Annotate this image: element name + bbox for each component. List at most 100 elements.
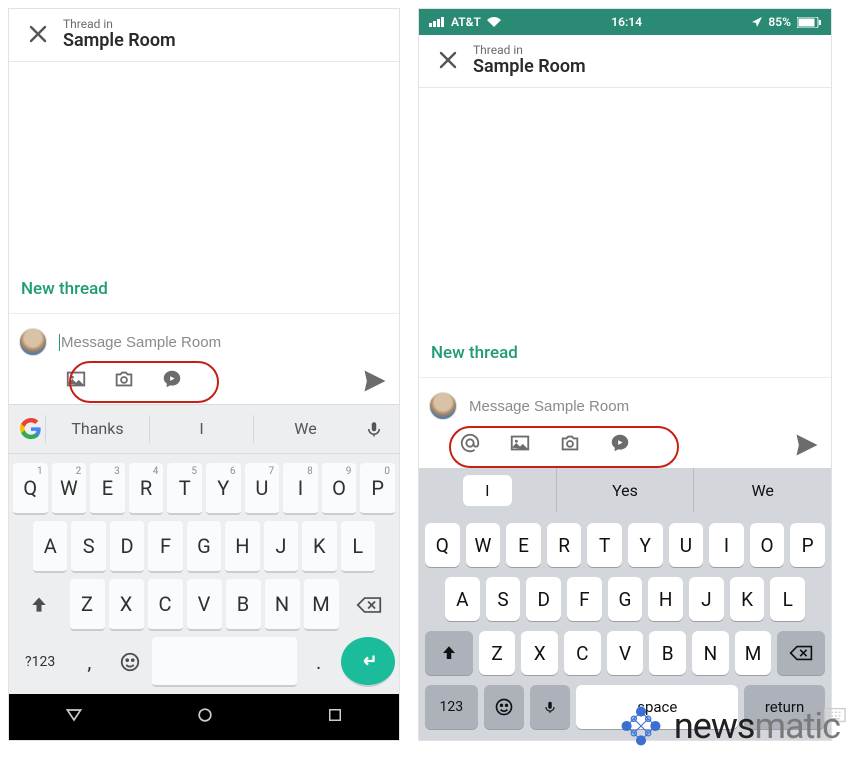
keyboard-key[interactable]: N (265, 579, 300, 631)
keyboard-row: ASDFGHJKL (423, 572, 827, 626)
keyboard-key[interactable]: M (304, 579, 339, 631)
mention-icon[interactable] (459, 432, 481, 458)
keyboard-key[interactable]: P0 (360, 463, 395, 515)
keyboard-key[interactable]: G (608, 577, 643, 621)
keyboard-key[interactable]: W (466, 523, 501, 567)
keyboard-key[interactable]: T5 (167, 463, 202, 515)
message-input[interactable] (469, 398, 821, 415)
keyboard-key[interactable]: Z (70, 579, 105, 631)
close-icon[interactable] (429, 50, 467, 70)
image-icon[interactable] (65, 368, 87, 394)
suggestion[interactable]: Thanks (45, 415, 149, 443)
keyboard-key[interactable]: O (750, 523, 785, 567)
emoji-key[interactable] (112, 637, 148, 687)
keyboard-row: ?123 , . (11, 634, 397, 690)
enter-key[interactable] (341, 637, 395, 687)
watermark-text: newsmatic (674, 705, 840, 747)
compose-row (9, 320, 399, 364)
keyboard-key[interactable]: S (486, 577, 521, 621)
keyboard-key[interactable]: S (71, 521, 105, 573)
video-chat-icon[interactable] (609, 432, 631, 458)
keyboard-key[interactable]: A (445, 577, 480, 621)
microphone-key[interactable] (530, 685, 570, 729)
keyboard-key[interactable]: D (110, 521, 144, 573)
keyboard-key[interactable]: M (735, 631, 772, 675)
suggestion[interactable]: I (419, 468, 557, 512)
google-logo-icon[interactable] (17, 415, 45, 443)
keyboard-key[interactable]: Q1 (13, 463, 48, 515)
thread-header: Thread in Sample Room (419, 35, 831, 88)
new-thread-label: New thread (419, 343, 831, 377)
send-button[interactable] (793, 431, 821, 459)
shift-key[interactable] (425, 631, 473, 675)
camera-icon[interactable] (113, 368, 135, 394)
keyboard-key[interactable]: Y (628, 523, 663, 567)
space-key[interactable] (152, 637, 297, 687)
keyboard-key[interactable]: B (226, 579, 261, 631)
android-keyboard: Q1W2E3R4T5Y6U7I8O9P0 ASDFGHJKL Z X C V B… (9, 454, 399, 694)
suggestion[interactable]: We (694, 468, 831, 512)
close-icon[interactable] (19, 24, 57, 44)
keyboard-key[interactable]: W2 (52, 463, 87, 515)
keyboard-key[interactable]: N (692, 631, 729, 675)
keyboard-key[interactable]: R (547, 523, 582, 567)
period-key[interactable]: . (301, 637, 337, 687)
keyboard-key[interactable]: F (148, 521, 182, 573)
image-icon[interactable] (509, 432, 531, 458)
keyboard-key[interactable]: H (648, 577, 683, 621)
keyboard-key[interactable]: P (790, 523, 825, 567)
microphone-icon[interactable] (357, 418, 391, 440)
location-icon (752, 17, 762, 27)
keyboard-key[interactable]: Y6 (206, 463, 241, 515)
keyboard-key[interactable]: J (689, 577, 724, 621)
keyboard-key[interactable]: I (709, 523, 744, 567)
keyboard-key[interactable]: G (187, 521, 221, 573)
keyboard-key[interactable]: E3 (90, 463, 125, 515)
suggestion[interactable]: I (149, 415, 253, 443)
backspace-key[interactable] (343, 579, 396, 631)
emoji-key[interactable] (484, 685, 524, 729)
backspace-key[interactable] (777, 631, 825, 675)
shift-key[interactable] (13, 579, 66, 631)
keyboard-key[interactable]: F (567, 577, 602, 621)
numbers-key[interactable]: 123 (425, 685, 478, 729)
keyboard-key[interactable]: H (225, 521, 259, 573)
send-button[interactable] (361, 367, 389, 395)
keyboard-key[interactable]: C (564, 631, 601, 675)
home-nav-icon[interactable] (195, 705, 215, 729)
keyboard-key[interactable]: X (521, 631, 558, 675)
keyboard-key[interactable]: O9 (322, 463, 357, 515)
keyboard-key[interactable]: K (302, 521, 336, 573)
keyboard-key[interactable]: R4 (129, 463, 164, 515)
keyboard-key[interactable]: L (341, 521, 375, 573)
suggestion[interactable]: We (253, 415, 357, 443)
camera-icon[interactable] (559, 432, 581, 458)
suggestion-bar: I Yes We (419, 468, 831, 512)
keyboard-key[interactable]: T (587, 523, 622, 567)
keyboard-key[interactable]: I8 (283, 463, 318, 515)
keyboard-key[interactable]: U7 (245, 463, 280, 515)
symbols-key[interactable]: ?123 (13, 637, 67, 687)
keyboard-key[interactable]: E (506, 523, 541, 567)
comma-key[interactable]: , (71, 637, 107, 687)
keyboard-key[interactable]: A (33, 521, 67, 573)
compose-row (419, 384, 831, 428)
recent-nav-icon[interactable] (326, 706, 344, 728)
keyboard-key[interactable]: C (148, 579, 183, 631)
keyboard-key[interactable]: V (187, 579, 222, 631)
keyboard-key[interactable]: L (770, 577, 805, 621)
keyboard-key[interactable]: D (526, 577, 561, 621)
keyboard-key[interactable]: K (730, 577, 765, 621)
suggestion[interactable]: Yes (557, 468, 695, 512)
keyboard-key[interactable]: Z (479, 631, 516, 675)
keyboard-key[interactable]: X (109, 579, 144, 631)
keyboard-key[interactable]: J (264, 521, 298, 573)
keyboard-key[interactable]: Q (425, 523, 460, 567)
keyboard-key[interactable]: B (649, 631, 686, 675)
video-chat-icon[interactable] (161, 368, 183, 394)
keyboard-key[interactable]: U (669, 523, 704, 567)
back-nav-icon[interactable] (64, 705, 84, 729)
keyboard-key[interactable]: V (607, 631, 644, 675)
compose-toolbar (9, 364, 399, 404)
message-input[interactable] (59, 334, 389, 351)
